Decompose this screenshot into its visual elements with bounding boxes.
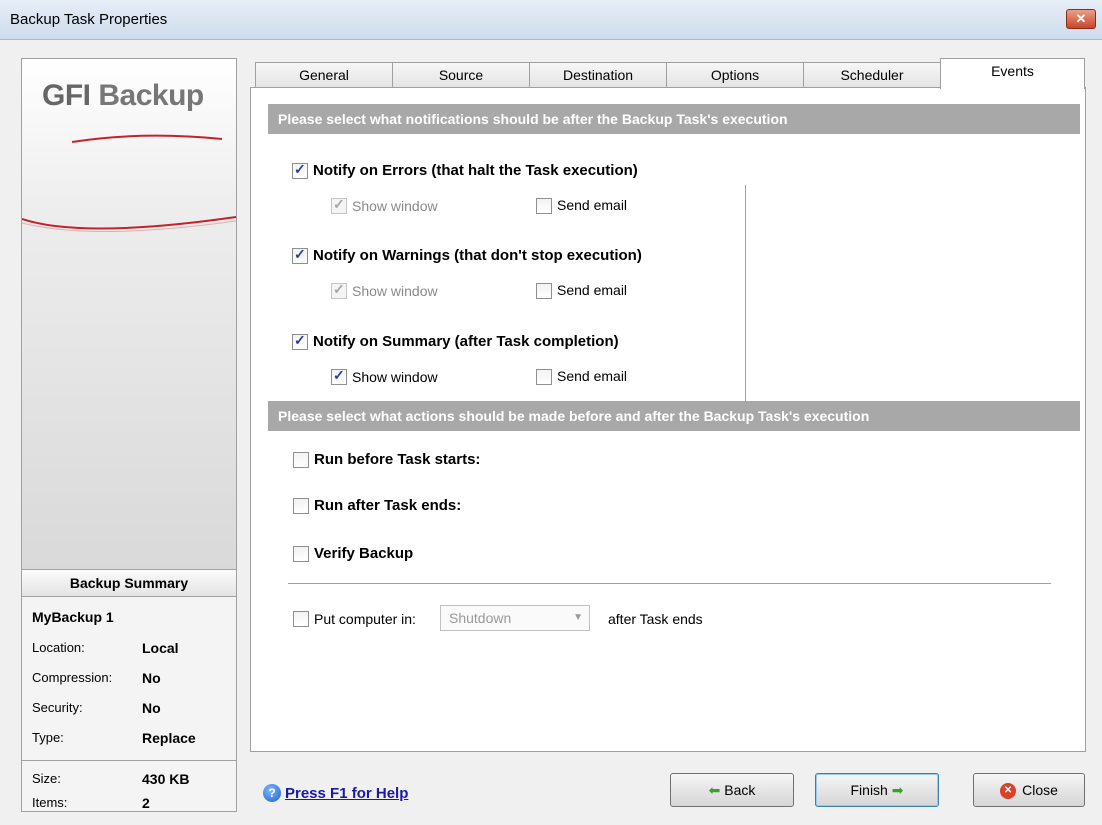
tab-general[interactable]: General xyxy=(255,62,393,88)
chevron-down-icon: ▼ xyxy=(573,612,583,623)
summary-row-location: Location: Local xyxy=(32,640,232,660)
summary-panel: GFI Backup Backup Summary MyBackup 1 Loc… xyxy=(21,58,237,812)
summary-row-items: Items: 2 xyxy=(32,795,232,815)
errors-show-window-label: Show window xyxy=(352,198,438,214)
close-button[interactable]: ✕ Close xyxy=(973,773,1085,807)
notify-warnings-checkbox[interactable] xyxy=(292,246,308,264)
dialog-body: GFI Backup Backup Summary MyBackup 1 Loc… xyxy=(0,40,1102,825)
summary-divider xyxy=(22,760,236,761)
put-computer-checkbox[interactable] xyxy=(293,611,309,627)
summary-value: Local xyxy=(142,640,179,656)
summary-show-window-label: Show window xyxy=(352,369,438,385)
notifications-divider xyxy=(745,185,746,425)
summary-label: Security: xyxy=(32,700,83,715)
title-bar: Backup Task Properties ✕ xyxy=(0,0,1102,40)
errors-show-window-checkbox[interactable] xyxy=(331,196,347,214)
errors-send-email-label: Send email xyxy=(557,197,628,213)
run-after-checkbox[interactable] xyxy=(293,498,309,514)
summary-send-email-checkbox[interactable] xyxy=(536,369,552,385)
finish-button-label: Finish xyxy=(850,782,888,798)
run-before-label: Run before Task starts: xyxy=(314,451,481,468)
verify-backup-label: Verify Backup xyxy=(314,545,414,562)
after-task-ends-label: after Task ends xyxy=(608,611,703,627)
logo-gfi: GFI xyxy=(42,79,91,112)
window-title: Backup Task Properties xyxy=(10,11,168,28)
logo-backup: Backup xyxy=(98,79,204,112)
warnings-show-window-checkbox[interactable] xyxy=(331,281,347,299)
back-button-label: Back xyxy=(724,782,756,798)
put-computer-label: Put computer in: xyxy=(314,611,416,627)
tab-options[interactable]: Options xyxy=(666,62,804,88)
summary-show-window-checkbox[interactable] xyxy=(331,367,347,385)
close-circle-icon: ✕ xyxy=(1000,783,1017,800)
summary-label: Compression: xyxy=(32,670,113,685)
help-icon: ? xyxy=(263,784,281,802)
power-state-select[interactable]: Shutdown ▼ xyxy=(440,605,590,631)
close-button-label: Close xyxy=(1022,782,1058,798)
backup-summary-body: MyBackup 1 Location: Local Compression: … xyxy=(22,597,236,811)
warnings-send-email-label: Send email xyxy=(557,282,628,298)
summary-row-size: Size: 430 KB xyxy=(32,771,232,791)
summary-row-type: Type: Replace xyxy=(32,730,232,750)
summary-row-compression: Compression: No xyxy=(32,670,232,690)
notify-warnings-label: Notify on Warnings (that don't stop exec… xyxy=(313,247,642,264)
window-close-button[interactable]: ✕ xyxy=(1066,9,1096,29)
run-before-checkbox[interactable] xyxy=(293,452,309,468)
summary-value: 430 KB xyxy=(142,771,190,787)
tab-destination[interactable]: Destination xyxy=(529,62,667,88)
actions-divider xyxy=(288,583,1051,584)
finish-button[interactable]: Finish ➡ xyxy=(815,773,939,807)
summary-value: Replace xyxy=(142,730,196,746)
backup-name: MyBackup 1 xyxy=(32,609,114,625)
backup-summary-header: Backup Summary xyxy=(22,569,236,597)
notify-summary-checkbox[interactable] xyxy=(292,332,308,350)
summary-value: 2 xyxy=(142,795,150,811)
back-arrow-icon: ⬅ xyxy=(708,782,721,798)
close-icon: ✕ xyxy=(1075,11,1087,26)
logo-swoosh xyxy=(22,134,236,233)
summary-label: Size: xyxy=(32,771,61,786)
warnings-show-window-label: Show window xyxy=(352,283,438,299)
tab-events[interactable]: Events xyxy=(940,58,1085,89)
actions-header: Please select what actions should be mad… xyxy=(268,401,1080,431)
verify-backup-checkbox[interactable] xyxy=(293,546,309,562)
help-link[interactable]: Press F1 for Help xyxy=(285,785,408,802)
summary-label: Items: xyxy=(32,795,68,810)
notifications-header: Please select what notifications should … xyxy=(268,104,1080,134)
notify-errors-label: Notify on Errors (that halt the Task exe… xyxy=(313,162,638,179)
warnings-send-email-checkbox[interactable] xyxy=(536,283,552,299)
notify-errors-checkbox[interactable] xyxy=(292,161,308,179)
tab-source[interactable]: Source xyxy=(392,62,530,88)
summary-label: Location: xyxy=(32,640,85,655)
run-after-label: Run after Task ends: xyxy=(314,497,462,514)
summary-send-email-label: Send email xyxy=(557,368,628,384)
finish-arrow-icon: ➡ xyxy=(891,782,904,798)
gfi-backup-logo: GFI Backup xyxy=(42,79,204,113)
errors-send-email-checkbox[interactable] xyxy=(536,198,552,214)
summary-value: No xyxy=(142,670,161,686)
notify-summary-label: Notify on Summary (after Task completion… xyxy=(313,333,619,350)
back-button[interactable]: ⬅ Back xyxy=(670,773,794,807)
power-state-value: Shutdown xyxy=(449,610,512,626)
tab-scheduler[interactable]: Scheduler xyxy=(803,62,941,88)
events-tab-panel: Please select what notifications should … xyxy=(250,87,1086,752)
summary-row-security: Security: No xyxy=(32,700,232,720)
summary-label: Type: xyxy=(32,730,64,745)
logo-area: GFI Backup xyxy=(22,59,236,569)
summary-value: No xyxy=(142,700,161,716)
